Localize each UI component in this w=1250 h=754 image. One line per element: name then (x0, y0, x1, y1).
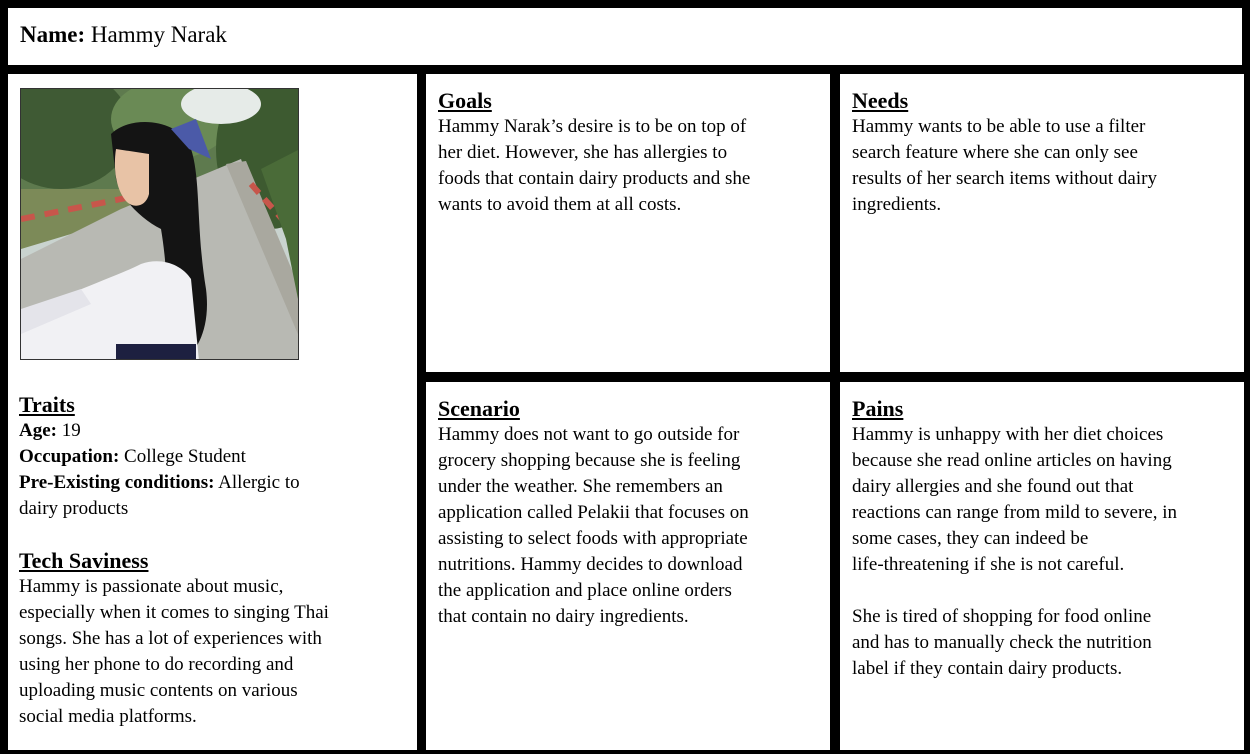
tech-line-6: social media platforms. (19, 706, 197, 727)
occupation-label: Occupation: (19, 446, 120, 467)
scenario-panel: Scenario Hammy does not want to go outsi… (426, 382, 830, 750)
goals-line-4: wants to avoid them at all costs. (438, 194, 682, 215)
scenario-line-8: that contain no dairy ingredients. (438, 606, 689, 627)
goals-panel: Goals Hammy Narak’s desire is to be on t… (426, 74, 830, 372)
age-row: Age: 19 (19, 418, 411, 444)
needs-line-1: Hammy wants to be able to use a filter (852, 116, 1146, 137)
goals-line-1: Hammy Narak’s desire is to be on top of (438, 116, 747, 137)
pains-p2-line-2: and has to manually check the nutrition (852, 632, 1152, 653)
scenario-title: Scenario (438, 396, 520, 421)
scenario-line-3: under the weather. She remembers an (438, 476, 723, 497)
tech-line-5: uploading music contents on various (19, 680, 298, 701)
tech-saviness-title: Tech Saviness (19, 548, 411, 574)
pains-p2-line-3: label if they contain dairy products. (852, 658, 1123, 679)
traits-title: Traits (19, 392, 75, 417)
goals-line-3: foods that contain dairy products and sh… (438, 168, 751, 189)
conditions-value-1: Allergic to (218, 472, 300, 493)
tech-line-1: Hammy is passionate about music, (19, 576, 284, 597)
goals-line-2: her diet. However, she has allergies to (438, 142, 728, 163)
age-label: Age: (19, 420, 57, 441)
persona-photo (20, 88, 299, 360)
traits-section: Traits Age: 19 Occupation: College Stude… (19, 392, 411, 730)
needs-line-3: results of her search items without dair… (852, 168, 1157, 189)
needs-title: Needs (852, 88, 909, 113)
pains-panel: Pains Hammy is unhappy with her diet cho… (840, 382, 1244, 750)
name-header: Name: Hammy Narak (8, 8, 1242, 65)
conditions-label: Pre-Existing conditions: (19, 472, 215, 493)
scenario-line-1: Hammy does not want to go outside for (438, 424, 740, 445)
needs-line-2: search feature where she can only see (852, 142, 1138, 163)
tech-saviness-title-text: Tech Saviness (19, 548, 149, 573)
pains-p2-line-1: She is tired of shopping for food online (852, 606, 1152, 627)
tech-line-3: songs. She has a lot of experiences with (19, 628, 322, 649)
tech-line-2: especially when it comes to singing Thai (19, 602, 329, 623)
pains-p1-line-5: some cases, they can indeed be (852, 528, 1089, 549)
name-value: Hammy Narak (90, 22, 227, 47)
conditions-value-2: dairy products (19, 498, 129, 519)
pains-p1-line-1: Hammy is unhappy with her diet choices (852, 424, 1164, 445)
occupation-value: College Student (124, 446, 246, 467)
pains-title: Pains (852, 396, 904, 421)
profile-panel: Traits Age: 19 Occupation: College Stude… (8, 74, 417, 750)
needs-panel: Needs Hammy wants to be able to use a fi… (840, 74, 1244, 372)
scenario-line-6: nutritions. Hammy decides to download (438, 554, 743, 575)
scenario-line-7: the application and place online orders (438, 580, 732, 601)
age-value: 19 (61, 420, 81, 441)
tech-line-4: using her phone to do recording and (19, 654, 294, 675)
pains-p1-line-2: because she read online articles on havi… (852, 450, 1172, 471)
scenario-line-4: application called Pelakii that focuses … (438, 502, 749, 523)
needs-line-4: ingredients. (852, 194, 942, 215)
conditions-row: Pre-Existing conditions: Allergic to (19, 470, 411, 496)
occupation-row: Occupation: College Student (19, 444, 411, 470)
pains-p1-line-4: reactions can range from mild to severe,… (852, 502, 1177, 523)
name-label: Name: (20, 22, 86, 47)
scenario-line-2: grocery shopping because she is feeling (438, 450, 741, 471)
pains-p1-line-3: dairy allergies and she found out that (852, 476, 1134, 497)
pains-p1-line-6: life-threatening if she is not careful. (852, 554, 1125, 575)
scenario-line-5: assisting to select foods with appropria… (438, 528, 748, 549)
goals-title: Goals (438, 88, 492, 113)
